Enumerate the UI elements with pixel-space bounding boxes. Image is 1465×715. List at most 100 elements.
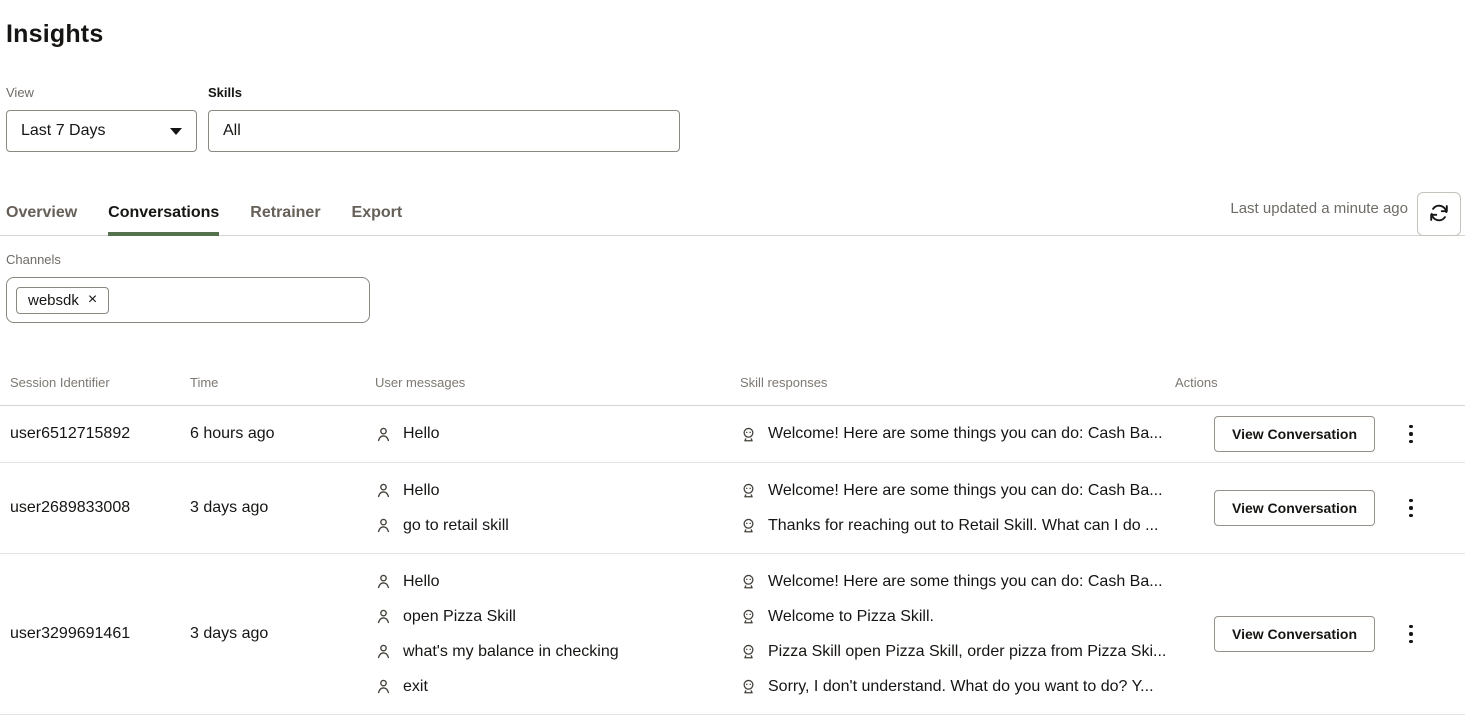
page-title: Insights <box>6 20 1465 49</box>
user-message-line: what's my balance in checking <box>375 634 740 669</box>
message-text: Welcome! Here are some things you can do… <box>768 573 1163 591</box>
person-icon <box>375 643 392 660</box>
view-label: View <box>6 85 197 100</box>
user-message-line: go to retail skill <box>375 508 740 543</box>
table-row: user3299691461 3 days ago Hello open Pizz… <box>0 554 1465 715</box>
user-message-line: Hello <box>375 564 740 599</box>
tab-retrainer[interactable]: Retrainer <box>250 194 320 236</box>
tabbar-right: Last updated a minute ago <box>1230 192 1461 235</box>
last-updated-text: Last updated a minute ago <box>1230 200 1408 217</box>
kebab-menu-icon[interactable] <box>1405 495 1417 522</box>
message-text: go to retail skill <box>403 517 509 535</box>
session-id: user6512715892 <box>10 425 190 443</box>
session-id: user3299691461 <box>10 625 190 643</box>
view-select-value: Last 7 Days <box>21 122 105 140</box>
user-messages-cell: Hello <box>375 417 740 452</box>
column-header-time: Time <box>190 375 375 390</box>
table-row: user2689833008 3 days ago Hello go to ret… <box>0 463 1465 554</box>
column-header-user-messages: User messages <box>375 375 740 390</box>
bot-icon <box>740 643 757 660</box>
person-icon <box>375 482 392 499</box>
table-header: Session Identifier Time User messages Sk… <box>0 375 1465 406</box>
person-icon <box>375 573 392 590</box>
skill-response-line: Thanks for reaching out to Retail Skill.… <box>740 508 1175 543</box>
skills-filter: Skills All <box>208 85 680 152</box>
message-text: Pizza Skill open Pizza Skill, order pizz… <box>768 643 1166 661</box>
channels-label: Channels <box>6 252 1465 267</box>
message-text: Hello <box>403 482 439 500</box>
actions-cell: View Conversation <box>1175 490 1465 526</box>
view-conversation-button[interactable]: View Conversation <box>1214 616 1375 652</box>
tab-overview[interactable]: Overview <box>6 194 77 236</box>
message-text: Hello <box>403 573 439 591</box>
user-messages-cell: Hello open Pizza Skill what's my balance i… <box>375 564 740 704</box>
table-body: user6512715892 6 hours ago Hello Welcome… <box>0 406 1465 715</box>
time-value: 3 days ago <box>190 625 375 643</box>
bot-icon <box>740 517 757 534</box>
person-icon <box>375 426 392 443</box>
kebab-menu-icon[interactable] <box>1405 421 1417 448</box>
skill-responses-cell: Welcome! Here are some things you can do… <box>740 473 1175 543</box>
skills-input-value: All <box>223 122 241 140</box>
bot-icon <box>740 482 757 499</box>
skill-response-line: Pizza Skill open Pizza Skill, order pizz… <box>740 634 1175 669</box>
person-icon <box>375 608 392 625</box>
skill-responses-cell: Welcome! Here are some things you can do… <box>740 564 1175 704</box>
conversations-table: Session Identifier Time User messages Sk… <box>0 375 1465 715</box>
user-message-line: exit <box>375 669 740 704</box>
chip-label: websdk <box>28 292 79 309</box>
skill-response-line: Welcome! Here are some things you can do… <box>740 417 1175 452</box>
skill-response-line: Welcome! Here are some things you can do… <box>740 473 1175 508</box>
user-message-line: Hello <box>375 473 740 508</box>
channels-input[interactable]: websdk × <box>6 277 370 323</box>
column-header-actions: Actions <box>1175 375 1465 390</box>
column-header-session: Session Identifier <box>10 375 190 390</box>
table-row: user6512715892 6 hours ago Hello Welcome… <box>0 406 1465 463</box>
bot-icon <box>740 573 757 590</box>
skills-input[interactable]: All <box>208 110 680 152</box>
filters-row: View Last 7 Days Skills All <box>6 85 1465 152</box>
channel-chip-websdk: websdk × <box>16 287 109 314</box>
message-text: Welcome! Here are some things you can do… <box>768 425 1163 443</box>
message-text: Thanks for reaching out to Retail Skill.… <box>768 517 1158 535</box>
session-id: user2689833008 <box>10 499 190 517</box>
message-text: Sorry, I don't understand. What do you w… <box>768 678 1154 696</box>
message-text: Hello <box>403 425 439 443</box>
message-text: exit <box>403 678 428 696</box>
message-text: open Pizza Skill <box>403 608 516 626</box>
user-message-line: open Pizza Skill <box>375 599 740 634</box>
skill-response-line: Welcome to Pizza Skill. <box>740 599 1175 634</box>
channels-section: Channels websdk × <box>6 252 1465 323</box>
tabs: Overview Conversations Retrainer Export <box>6 194 402 235</box>
user-message-line: Hello <box>375 417 740 452</box>
tab-conversations[interactable]: Conversations <box>108 194 219 236</box>
kebab-menu-icon[interactable] <box>1405 621 1417 648</box>
skill-responses-cell: Welcome! Here are some things you can do… <box>740 417 1175 452</box>
close-icon[interactable]: × <box>88 292 97 308</box>
person-icon <box>375 678 392 695</box>
bot-icon <box>740 678 757 695</box>
message-text: Welcome! Here are some things you can do… <box>768 482 1163 500</box>
person-icon <box>375 517 392 534</box>
skill-response-line: Sorry, I don't understand. What do you w… <box>740 669 1175 704</box>
user-messages-cell: Hello go to retail skill <box>375 473 740 543</box>
column-header-skill-responses: Skill responses <box>740 375 1175 390</box>
message-text: Welcome to Pizza Skill. <box>768 608 934 626</box>
view-conversation-button[interactable]: View Conversation <box>1214 416 1375 452</box>
message-text: what's my balance in checking <box>403 643 619 661</box>
view-conversation-button[interactable]: View Conversation <box>1214 490 1375 526</box>
bot-icon <box>740 426 757 443</box>
actions-cell: View Conversation <box>1175 616 1465 652</box>
skill-response-line: Welcome! Here are some things you can do… <box>740 564 1175 599</box>
skills-label: Skills <box>208 85 680 100</box>
refresh-button[interactable] <box>1417 192 1461 236</box>
bot-icon <box>740 608 757 625</box>
time-value: 6 hours ago <box>190 425 375 443</box>
insights-page: Insights View Last 7 Days Skills All Ove… <box>0 20 1465 715</box>
time-value: 3 days ago <box>190 499 375 517</box>
tab-export[interactable]: Export <box>352 194 403 236</box>
view-filter: View Last 7 Days <box>6 85 197 152</box>
caret-down-icon <box>170 128 182 135</box>
view-select[interactable]: Last 7 Days <box>6 110 197 152</box>
actions-cell: View Conversation <box>1175 416 1465 452</box>
